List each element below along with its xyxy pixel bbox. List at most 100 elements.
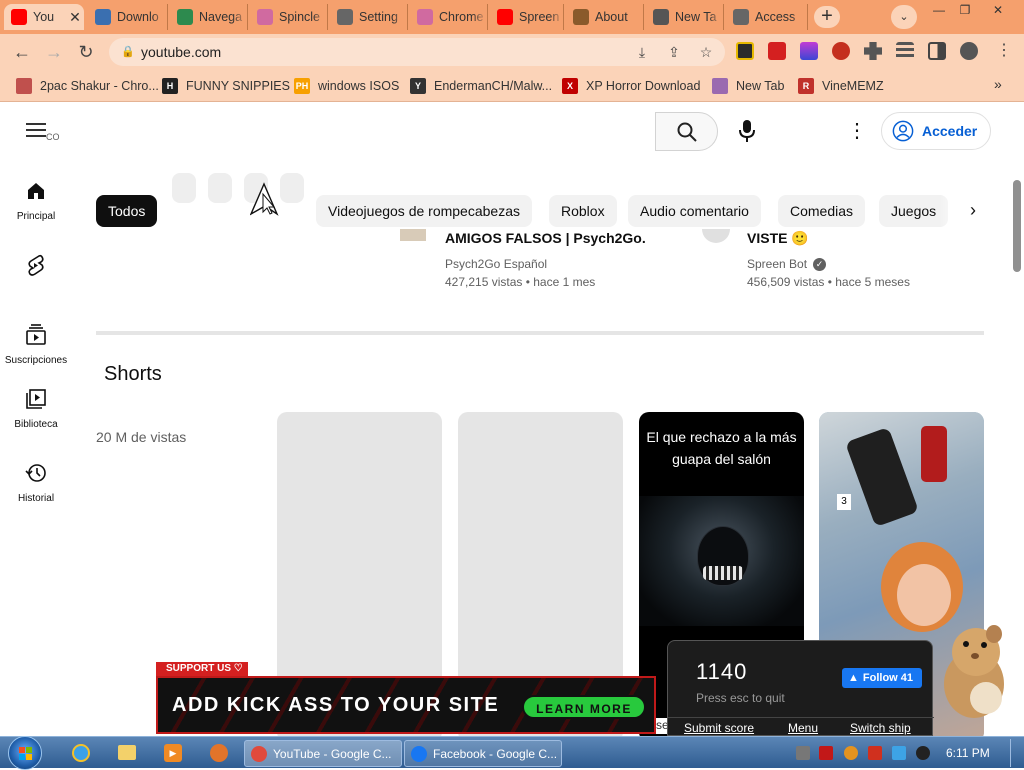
install-icon[interactable]: ⤓ <box>633 43 651 61</box>
ad-banner[interactable]: ADD KICK ASS TO YOUR SITE LEARN MORE <box>156 676 656 734</box>
hamburger-menu-icon[interactable] <box>26 123 46 137</box>
minimize-button[interactable]: — <box>926 2 952 18</box>
sidebar-item-subscriptions[interactable]: Suscripciones <box>0 323 72 366</box>
tab-1[interactable]: You ✕ <box>4 4 84 30</box>
tab-label: You <box>33 10 55 24</box>
new-tab-button[interactable]: + <box>814 6 840 28</box>
search-button[interactable] <box>655 112 718 151</box>
tab-label: Downlo <box>117 10 159 24</box>
bookmark-item[interactable]: PH windows ISOS <box>294 78 399 94</box>
taskbar-window-button[interactable]: Facebook - Google C... <box>404 740 562 767</box>
tab-5[interactable]: Setting <box>330 4 408 30</box>
tab-label: Navega <box>199 10 243 24</box>
video-channel[interactable]: Spreen Bot ✓ <box>747 257 827 271</box>
media-player-icon[interactable]: ▶ <box>164 744 182 762</box>
submit-score-button[interactable]: Submit score <box>684 721 754 735</box>
bookmark-item[interactable]: X XP Horror Download <box>562 78 700 94</box>
show-desktop-button[interactable] <box>1010 739 1022 767</box>
close-window-button[interactable]: ✕ <box>985 2 1011 18</box>
tab-7[interactable]: Spreen <box>490 4 564 30</box>
profile-avatar-icon[interactable] <box>960 42 978 60</box>
tab-8[interactable]: About <box>566 4 644 30</box>
video-channel[interactable]: Psych2Go Español <box>445 257 547 271</box>
tab-2[interactable]: Downlo <box>88 4 168 30</box>
restore-button[interactable]: ❐ <box>952 2 978 18</box>
learn-more-button[interactable]: LEARN MORE <box>522 695 646 719</box>
channel-name[interactable]: Spreen Bot <box>747 257 807 271</box>
tray-icon[interactable] <box>892 746 906 760</box>
tray-icon[interactable] <box>819 746 833 760</box>
app-icon[interactable] <box>210 744 228 762</box>
bookmark-item[interactable]: R VineMEMZ <box>798 78 884 94</box>
extension-icon[interactable] <box>736 42 754 60</box>
chip-6[interactable]: Juegos <box>879 195 949 227</box>
facebook-follow-button[interactable]: ▲ Follow 41 <box>842 668 922 688</box>
extension-icon[interactable] <box>800 42 818 60</box>
tab-6[interactable]: Chrome <box>410 4 488 30</box>
support-us-label[interactable]: SUPPORT US ♡ <box>156 662 248 676</box>
tab-4[interactable]: Spincle <box>250 4 328 30</box>
chip-1[interactable]: Todos <box>96 195 158 227</box>
youtube-icon <box>497 9 513 25</box>
tray-icon[interactable] <box>868 746 882 760</box>
reload-button[interactable]: ↻ <box>74 40 98 64</box>
tab-9[interactable]: New Ta <box>646 4 724 30</box>
sidebar-item-history[interactable]: Historial <box>0 461 72 504</box>
chevron-right-icon[interactable]: › <box>970 197 990 223</box>
sidebar-item-library[interactable]: Biblioteca <box>0 387 72 430</box>
forward-button[interactable]: → <box>42 40 66 64</box>
chip-2[interactable]: Videojuegos de rompecabezas <box>316 195 532 227</box>
video-meta: 427,215 vistas • hace 1 mes <box>445 275 596 289</box>
bookmarks-overflow-button[interactable]: » <box>994 76 1002 92</box>
start-button[interactable] <box>8 736 42 770</box>
signin-button[interactable]: Acceder <box>881 112 991 150</box>
chip-5[interactable]: Comedias <box>778 195 866 227</box>
rainbow-icon <box>417 9 433 25</box>
file-explorer-icon[interactable] <box>118 745 136 760</box>
url-text[interactable]: youtube.com <box>141 44 221 60</box>
voice-search-button[interactable] <box>730 113 764 149</box>
sidebar-item-shorts[interactable] <box>0 253 72 285</box>
taskbar-window-button[interactable]: YouTube - Google C... <box>244 740 402 767</box>
tab-10[interactable]: Access <box>726 4 808 30</box>
bookmark-item[interactable]: H FUNNY SNIPPIES <box>162 78 290 94</box>
bookmark-star-icon[interactable]: ☆ <box>697 43 715 61</box>
sidebar-item-home[interactable]: Principal <box>0 179 72 222</box>
tray-icon[interactable] <box>796 746 810 760</box>
bookmark-favicon-icon: X <box>562 78 578 94</box>
tab-search-button[interactable]: ⌄ <box>891 5 917 29</box>
tray-icon[interactable] <box>844 746 858 760</box>
media-control-icon[interactable] <box>896 42 914 60</box>
video-title[interactable]: AMIGOS FALSOS | Psych2Go... <box>445 230 645 246</box>
back-button[interactable]: ← <box>10 40 34 64</box>
tray-icon[interactable] <box>916 746 930 760</box>
extension-icon[interactable] <box>832 42 850 60</box>
share-icon[interactable]: ⇪ <box>665 43 683 61</box>
side-panel-icon[interactable] <box>928 42 946 60</box>
chip-3[interactable]: Roblox <box>549 195 617 227</box>
address-bar[interactable]: 🔒 youtube.com ⤓ ⇪ ☆ <box>109 38 725 66</box>
channel-avatar[interactable] <box>702 229 730 243</box>
close-tab-icon[interactable]: ✕ <box>66 9 84 26</box>
bookmark-label: FUNNY SNIPPIES <box>186 79 290 93</box>
bookmark-item[interactable]: New Tab <box>712 78 784 94</box>
bookmark-item[interactable]: 2pac Shakur - Chro... <box>16 78 159 94</box>
tab-3[interactable]: Navega <box>170 4 248 30</box>
loading-placeholder <box>208 173 232 203</box>
taskbar-clock[interactable]: 6:11 PM <box>946 746 990 760</box>
channel-avatar[interactable] <box>400 229 426 241</box>
switch-ship-button[interactable]: Switch ship <box>850 721 911 735</box>
game-panel: 1140 Press esc to quit ▲ Follow 41 Submit… <box>667 640 934 736</box>
sidebar-item-label: Biblioteca <box>14 419 58 430</box>
settings-menu-icon[interactable]: ⋮ <box>847 119 867 143</box>
internet-explorer-icon[interactable] <box>72 744 90 762</box>
page-scrollbar-thumb[interactable] <box>1013 180 1021 272</box>
fire-extension-icon[interactable] <box>768 42 786 60</box>
history-icon <box>25 464 46 482</box>
chrome-menu-icon[interactable]: ⋮ <box>996 42 1012 60</box>
chip-4[interactable]: Audio comentario <box>628 195 761 227</box>
game-menu-button[interactable]: Menu <box>788 721 818 735</box>
video-title[interactable]: VISTE 🙂 <box>747 230 947 246</box>
short-caption: El que rechazo a la más guapa del salón <box>646 429 797 467</box>
bookmark-item[interactable]: Y EndermanCH/Malw... <box>410 78 552 94</box>
